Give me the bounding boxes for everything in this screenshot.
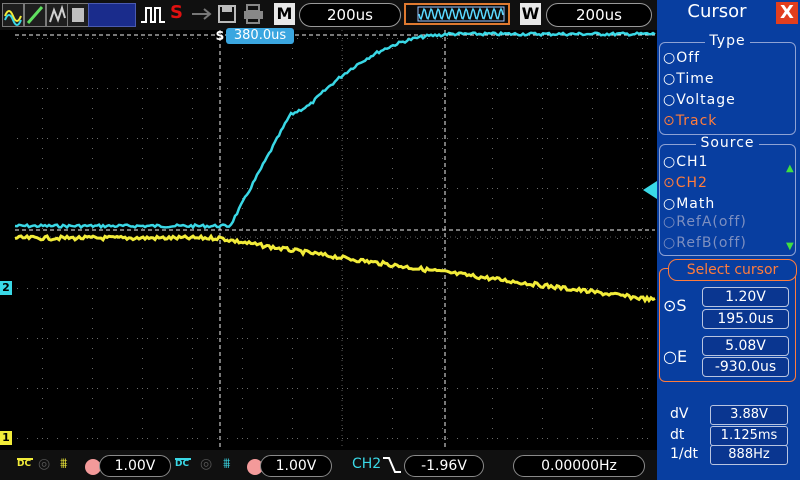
type-option-voltage[interactable]: ○Voltage [663, 92, 736, 108]
scroll-up-icon[interactable]: ▲ [786, 163, 794, 174]
cursor-s-time-tag: 380.0us [226, 28, 294, 44]
ch2-coupling-icon[interactable]: DC [175, 458, 191, 469]
ch2-scale[interactable]: 1.00V [260, 455, 332, 477]
cursor-s-voltage: 1.20V [702, 287, 789, 307]
ch2-level-marker[interactable]: 2 [0, 281, 12, 295]
ch1-scale[interactable]: 1.00V [99, 455, 171, 477]
window-timebase-readout[interactable]: 200us [546, 3, 652, 27]
cursor-s-time: 195.0us [702, 309, 789, 329]
dt-value: 1.125ms [710, 426, 788, 446]
acquire-icon[interactable] [2, 3, 24, 27]
save-icon[interactable] [217, 4, 237, 28]
type-option-off[interactable]: ○Off [663, 50, 700, 66]
print-icon[interactable] [243, 4, 265, 28]
ch1-coupling-icon[interactable]: DC [17, 458, 33, 469]
trigger-edge-icon[interactable] [381, 455, 403, 479]
cursor-e-option[interactable]: ○E [663, 347, 687, 366]
inv-dt-label: 1/dt [670, 446, 698, 462]
type-option-time[interactable]: ○Time [663, 71, 714, 87]
type-option-track[interactable]: ⊙Track [663, 113, 717, 129]
source-option-ch2[interactable]: ⊙CH2 [663, 175, 708, 191]
ch2-probe-icon[interactable]: ⩩ [223, 456, 230, 472]
inv-dt-value: 888Hz [710, 445, 788, 465]
persist-icon[interactable] [46, 3, 68, 27]
frequency-counter: 0.00000Hz [513, 455, 645, 477]
ch1-level-marker[interactable]: 1 [0, 431, 12, 445]
trigger-level-marker[interactable] [641, 181, 657, 203]
trigger-mode-icon[interactable] [140, 5, 166, 29]
trigger-source[interactable]: CH2 [352, 456, 381, 472]
panel-title: Cursor [687, 1, 747, 22]
source-option-math[interactable]: ○Math [663, 196, 715, 212]
measure-icon[interactable] [67, 3, 89, 27]
window-zoom-preview[interactable] [404, 3, 510, 25]
ch2-bw-limit-icon[interactable]: ◎ [200, 456, 212, 472]
ch1-probe-icon[interactable]: ⩩ [60, 456, 67, 472]
type-group-title: Type [705, 33, 750, 49]
run-state-indicator: S [170, 2, 183, 23]
oscilloscope-screen: S M 200us W 200us 380.0us S 2 1 Cursor X… [0, 0, 800, 480]
waveform-display [14, 30, 656, 448]
dv-value: 3.88V [710, 405, 788, 425]
window-timebase-label[interactable]: W [520, 3, 541, 25]
cursor-e-time: -930.0us [702, 357, 789, 377]
dv-label: dV [670, 406, 689, 422]
status-indicator [88, 3, 136, 27]
cursor-s-marker[interactable]: S [213, 29, 227, 43]
dt-label: dt [670, 427, 685, 443]
trigger-level[interactable]: -1.96V [404, 455, 484, 477]
source-option-ch1[interactable]: ○CH1 [663, 154, 708, 170]
select-cursor-title: Select cursor [668, 259, 797, 281]
source-option-refb: ○RefB(off) [663, 235, 747, 251]
cursor-e-voltage: 5.08V [702, 336, 789, 356]
cursor-s-option[interactable]: ⊙S [663, 296, 687, 315]
ch1-bw-limit-icon[interactable]: ◎ [38, 456, 50, 472]
main-timebase-label[interactable]: M [274, 3, 295, 25]
source-group-title: Source [696, 135, 759, 151]
source-option-refa: ○RefA(off) [663, 214, 747, 230]
scroll-down-icon[interactable]: ▼ [786, 241, 794, 252]
close-button[interactable]: X [776, 2, 798, 24]
display-icon[interactable] [24, 3, 46, 27]
usb-icon [190, 6, 214, 26]
timebase-readout[interactable]: 200us [299, 3, 401, 27]
